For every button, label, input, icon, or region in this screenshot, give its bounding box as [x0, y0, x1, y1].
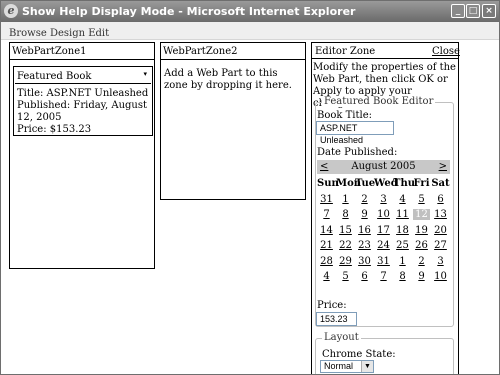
zone-1-title: WebPartZone1: [12, 46, 87, 57]
calendar-day[interactable]: 27: [431, 238, 450, 254]
calendar-day[interactable]: 7: [317, 207, 336, 223]
calendar-day[interactable]: 7: [374, 269, 393, 285]
calendar-day-name: Fri: [413, 178, 430, 190]
chevron-down-icon[interactable]: ▾: [143, 70, 147, 78]
web-part-zone-2: [160, 42, 306, 200]
calendar-day[interactable]: 4: [317, 269, 336, 285]
chrome-state-value: Normal: [324, 361, 354, 371]
calendar-day[interactable]: 30: [355, 254, 374, 270]
close-link[interactable]: Close: [432, 46, 460, 57]
calendar-day-name: Tue: [355, 178, 376, 190]
book-title-text: Title: ASP.NET Unleashed: [17, 88, 149, 99]
zone-1-divider: [10, 59, 154, 60]
calendar-day[interactable]: 5: [412, 192, 431, 208]
calendar-day[interactable]: 31: [317, 192, 336, 208]
chrome-state-select[interactable]: Normal ▼: [320, 360, 374, 373]
calendar-day[interactable]: 10: [431, 269, 450, 285]
calendar-day[interactable]: 19: [412, 223, 431, 239]
book-price-text: Price: $153.23: [17, 124, 92, 135]
calendar-day[interactable]: 6: [431, 192, 450, 208]
calendar-day[interactable]: 15: [336, 223, 355, 239]
price-input[interactable]: 153.23: [316, 312, 357, 326]
calendar-day-name: Thu: [393, 178, 415, 190]
calendar-day[interactable]: 20: [431, 223, 450, 239]
calendar-day[interactable]: 17: [374, 223, 393, 239]
calendar-day[interactable]: 23: [355, 238, 374, 254]
zone-2-empty-text: Add a Web Part to this zone by dropping …: [164, 68, 292, 91]
calendar-day[interactable]: 2: [355, 192, 374, 208]
calendar-day[interactable]: 9: [355, 207, 374, 223]
calendar-day[interactable]: 29: [336, 254, 355, 270]
calendar-day-name: Mon: [336, 178, 362, 190]
browser-window: e Show Help Display Mode - Microsoft Int…: [0, 0, 500, 375]
part-body: Title: ASP.NET Unleashed Published: Frid…: [17, 88, 149, 136]
calendar-day[interactable]: 11: [393, 207, 412, 223]
display-mode-menu[interactable]: Browse Design Edit: [9, 28, 109, 39]
calendar-day[interactable]: 31: [374, 254, 393, 270]
calendar-next-month[interactable]: >: [439, 161, 447, 172]
close-window-button[interactable]: ×: [482, 4, 496, 18]
ie-icon: e: [4, 4, 18, 18]
minimize-button[interactable]: _: [451, 4, 465, 18]
featured-book-editor-legend: Featured Book Editor: [322, 96, 436, 107]
part-title: Featured Book: [17, 71, 92, 82]
calendar-day[interactable]: 8: [393, 269, 412, 285]
book-published-text: Published: Friday, August 12, 2005: [17, 100, 148, 123]
calendar-day[interactable]: 13: [431, 207, 450, 223]
calendar-day[interactable]: 1: [336, 192, 355, 208]
date-published-label: Date Published:: [317, 147, 398, 158]
layout-legend: Layout: [322, 332, 361, 343]
calendar-day-selected[interactable]: 12: [412, 207, 431, 223]
calendar-day[interactable]: 14: [317, 223, 336, 239]
editor-zone-divider: [312, 58, 458, 59]
calendar-day[interactable]: 3: [374, 192, 393, 208]
window-title: Show Help Display Mode - Microsoft Inter…: [22, 5, 356, 18]
calendar-day[interactable]: 22: [336, 238, 355, 254]
editor-zone-title: Editor Zone: [315, 46, 376, 57]
book-title-input[interactable]: ASP.NET Unleashed: [316, 121, 394, 145]
calendar-day[interactable]: 26: [412, 238, 431, 254]
calendar-day[interactable]: 1: [393, 254, 412, 270]
book-title-label: Book Title:: [317, 110, 372, 121]
calendar-day[interactable]: 24: [374, 238, 393, 254]
calendar-day[interactable]: 8: [336, 207, 355, 223]
calendar-grid: Sun Mon Tue Wed Thu Fri Sat 31 1 2 3 4 5…: [317, 176, 450, 285]
zone-2-divider: [161, 59, 305, 60]
calendar-day[interactable]: 25: [393, 238, 412, 254]
price-label: Price:: [317, 300, 347, 311]
maximize-button[interactable]: □: [466, 4, 480, 18]
calendar-day-name: Wed: [374, 178, 398, 190]
calendar-month-title: August 2005: [351, 161, 416, 172]
part-divider: [15, 83, 151, 84]
chevron-down-icon: ▼: [361, 361, 373, 372]
calendar-day[interactable]: 21: [317, 238, 336, 254]
featured-book-part: Featured Book ▾ Title: ASP.NET Unleashed…: [13, 66, 153, 136]
calendar-day[interactable]: 2: [412, 254, 431, 270]
calendar-day[interactable]: 28: [317, 254, 336, 270]
title-bar: e Show Help Display Mode - Microsoft Int…: [1, 1, 499, 22]
chrome-state-label: Chrome State:: [322, 349, 396, 360]
calendar-day[interactable]: 3: [431, 254, 450, 270]
calendar-day[interactable]: 5: [336, 269, 355, 285]
zone-2-title: WebPartZone2: [163, 46, 238, 57]
calendar-day[interactable]: 10: [374, 207, 393, 223]
calendar-header: < August 2005 >: [317, 160, 450, 174]
calendar-day[interactable]: 9: [412, 269, 431, 285]
calendar-day-name: Sun: [317, 178, 339, 190]
calendar-day-name: Sat: [431, 178, 450, 190]
calendar-day[interactable]: 4: [393, 192, 412, 208]
calendar-day[interactable]: 18: [393, 223, 412, 239]
calendar-day[interactable]: 16: [355, 223, 374, 239]
calendar-day[interactable]: 6: [355, 269, 374, 285]
